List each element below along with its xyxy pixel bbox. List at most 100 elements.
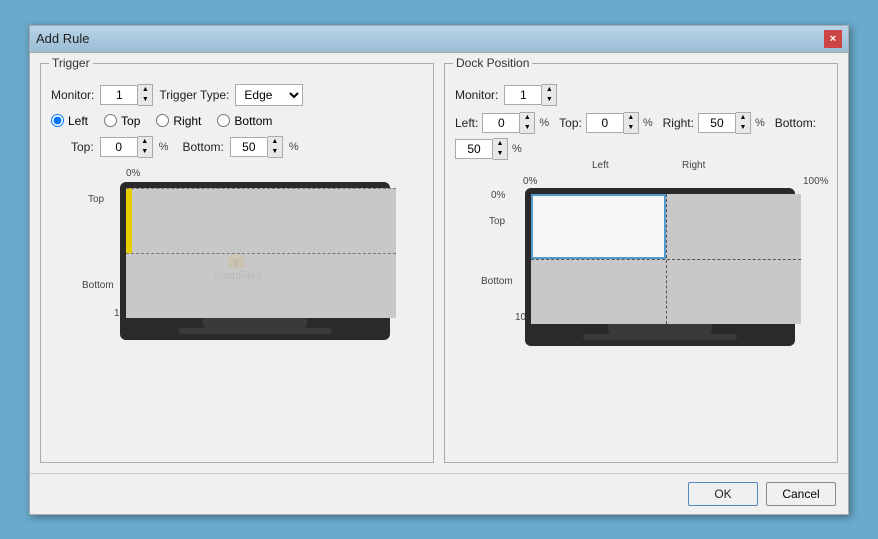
trigger-monitor-spinner-btns[interactable]: ▲ ▼: [138, 84, 153, 106]
dock-monitor-down[interactable]: ▼: [542, 95, 556, 105]
trigger-bottom-spinner[interactable]: ▲ ▼: [230, 136, 283, 158]
dock-monitor-screen: [531, 194, 801, 324]
monitor-base-1: [178, 328, 333, 334]
dock-monitor-spinner-btns[interactable]: ▲ ▼: [542, 84, 557, 106]
trigger-bottom-axis-label: Bottom: [82, 280, 114, 291]
dock-rect: [531, 194, 666, 259]
cancel-button[interactable]: Cancel: [766, 482, 836, 506]
radio-left-input[interactable]: [51, 114, 64, 127]
dock-monitor-input[interactable]: [504, 85, 542, 105]
dock-left-label: Left:: [455, 116, 478, 130]
dock-right-input[interactable]: [698, 113, 736, 133]
trigger-monitor-input[interactable]: 1: [100, 85, 138, 105]
dock-left-spinner-btns[interactable]: ▲ ▼: [520, 112, 535, 134]
dock-bottom-spinner[interactable]: ▲ ▼: [455, 138, 508, 160]
bottom-pct-label: %: [289, 141, 299, 153]
dock-panel: Dock Position Monitor: ▲ ▼ Left:: [444, 63, 838, 463]
trigger-monitor-screen: [126, 188, 396, 318]
title-bar: Add Rule ×: [30, 26, 848, 53]
trigger-monitor-spinner[interactable]: 1 ▲ ▼: [100, 84, 153, 106]
trigger-bottom-up[interactable]: ▲: [268, 137, 282, 147]
dock-right-spinner-btns[interactable]: ▲ ▼: [736, 112, 751, 134]
dock-monitor-outer-wrap: Left Right 0% 100% 0% Top Bottom 100%: [487, 174, 795, 346]
trigger-type-label: Trigger Type:: [159, 88, 229, 102]
dock-left-up[interactable]: ▲: [520, 113, 534, 123]
monitor-base-2: [583, 334, 738, 340]
dialog-footer: OK Cancel: [30, 473, 848, 514]
trigger-monitor-outer: [120, 182, 390, 340]
trigger-yellow-bar: [126, 188, 132, 253]
monitor-label: Monitor:: [51, 88, 94, 102]
dock-bottom-up[interactable]: ▲: [493, 139, 507, 149]
dock-top-spinner[interactable]: ▲ ▼: [586, 112, 639, 134]
dock-monitor-outer: [525, 188, 795, 346]
dock-axis-left-label: Left: [592, 160, 609, 171]
radio-right-label: Right: [173, 114, 201, 128]
dialog-body: Trigger Monitor: 1 ▲ ▼ Trigger Type: Edg…: [30, 53, 848, 473]
dock-right-label: Right:: [663, 116, 694, 130]
trigger-top-down[interactable]: ▼: [138, 147, 152, 157]
radio-right[interactable]: Right: [156, 114, 201, 128]
trigger-top-row: Monitor: 1 ▲ ▼ Trigger Type: Edge Click …: [51, 84, 423, 106]
trigger-edge-radio-row: Left Top Right Bottom: [51, 114, 423, 128]
dock-monitor-row: Monitor: ▲ ▼: [455, 84, 827, 106]
dock-monitor-up[interactable]: ▲: [542, 85, 556, 95]
dock-bottom-dashed-h: [531, 259, 801, 260]
close-button[interactable]: ×: [824, 30, 842, 48]
trigger-top-spinner-btns[interactable]: ▲ ▼: [138, 136, 153, 158]
dock-top-down[interactable]: ▼: [624, 123, 638, 133]
trigger-top-up[interactable]: ▲: [138, 137, 152, 147]
radio-top-label: Top: [121, 114, 140, 128]
dock-axis-right-label: Right: [682, 160, 705, 171]
trigger-monitor-down[interactable]: ▼: [138, 95, 152, 105]
trigger-0pct-label: 0%: [126, 168, 140, 179]
radio-bottom-label: Bottom: [234, 114, 272, 128]
dock-left-spinner[interactable]: ▲ ▼: [482, 112, 535, 134]
trigger-top-input[interactable]: [100, 137, 138, 157]
radio-bottom[interactable]: Bottom: [217, 114, 272, 128]
dock-top-input[interactable]: [586, 113, 624, 133]
dock-right-pct: %: [755, 117, 765, 129]
dock-0pct-horizontal: 0%: [523, 176, 537, 187]
dock-100pct-horizontal: 100%: [803, 176, 829, 187]
top-pct-label: %: [159, 141, 169, 153]
dock-top-spinner-btns[interactable]: ▲ ▼: [624, 112, 639, 134]
dock-right-spinner[interactable]: ▲ ▼: [698, 112, 751, 134]
dock-right-up[interactable]: ▲: [736, 113, 750, 123]
trigger-panel-title: Trigger: [49, 56, 93, 70]
radio-left-label: Left: [68, 114, 88, 128]
radio-top[interactable]: Top: [104, 114, 140, 128]
dock-bottom-input[interactable]: [455, 139, 493, 159]
dock-bottom-label: Bottom:: [775, 116, 816, 130]
trigger-top-axis-label: Top: [88, 194, 104, 205]
trigger-top-dashed-line: [126, 188, 396, 189]
trigger-type-select[interactable]: Edge Click Hotkey: [235, 84, 303, 106]
radio-right-input[interactable]: [156, 114, 169, 127]
dialog-title: Add Rule: [36, 31, 89, 46]
trigger-panel: Trigger Monitor: 1 ▲ ▼ Trigger Type: Edg…: [40, 63, 434, 463]
trigger-top-spinner[interactable]: ▲ ▼: [100, 136, 153, 158]
dock-monitor-label: Monitor:: [455, 88, 498, 102]
trigger-bottom-spinner-btns[interactable]: ▲ ▼: [268, 136, 283, 158]
dock-bottom-down[interactable]: ▼: [493, 149, 507, 159]
radio-bottom-input[interactable]: [217, 114, 230, 127]
dock-bottom-spinner-btns[interactable]: ▲ ▼: [493, 138, 508, 160]
dock-right-down[interactable]: ▼: [736, 123, 750, 133]
trigger-bottom-down[interactable]: ▼: [268, 147, 282, 157]
dock-left-pct: %: [539, 117, 549, 129]
radio-top-input[interactable]: [104, 114, 117, 127]
dock-left-down[interactable]: ▼: [520, 123, 534, 133]
dock-top-up[interactable]: ▲: [624, 113, 638, 123]
dock-bottom-pct: %: [512, 143, 522, 155]
radio-left[interactable]: Left: [51, 114, 88, 128]
dock-top-pct: %: [643, 117, 653, 129]
dock-monitor-inner-wrap: [525, 188, 795, 346]
dock-monitor-spinner[interactable]: ▲ ▼: [504, 84, 557, 106]
trigger-monitor-preview: 0% Top Bottom 100%: [51, 170, 423, 340]
top-label: Top:: [71, 140, 94, 154]
monitor-stand-2: [608, 324, 711, 334]
dock-left-input[interactable]: [482, 113, 520, 133]
trigger-monitor-up[interactable]: ▲: [138, 85, 152, 95]
ok-button[interactable]: OK: [688, 482, 758, 506]
trigger-bottom-input[interactable]: [230, 137, 268, 157]
